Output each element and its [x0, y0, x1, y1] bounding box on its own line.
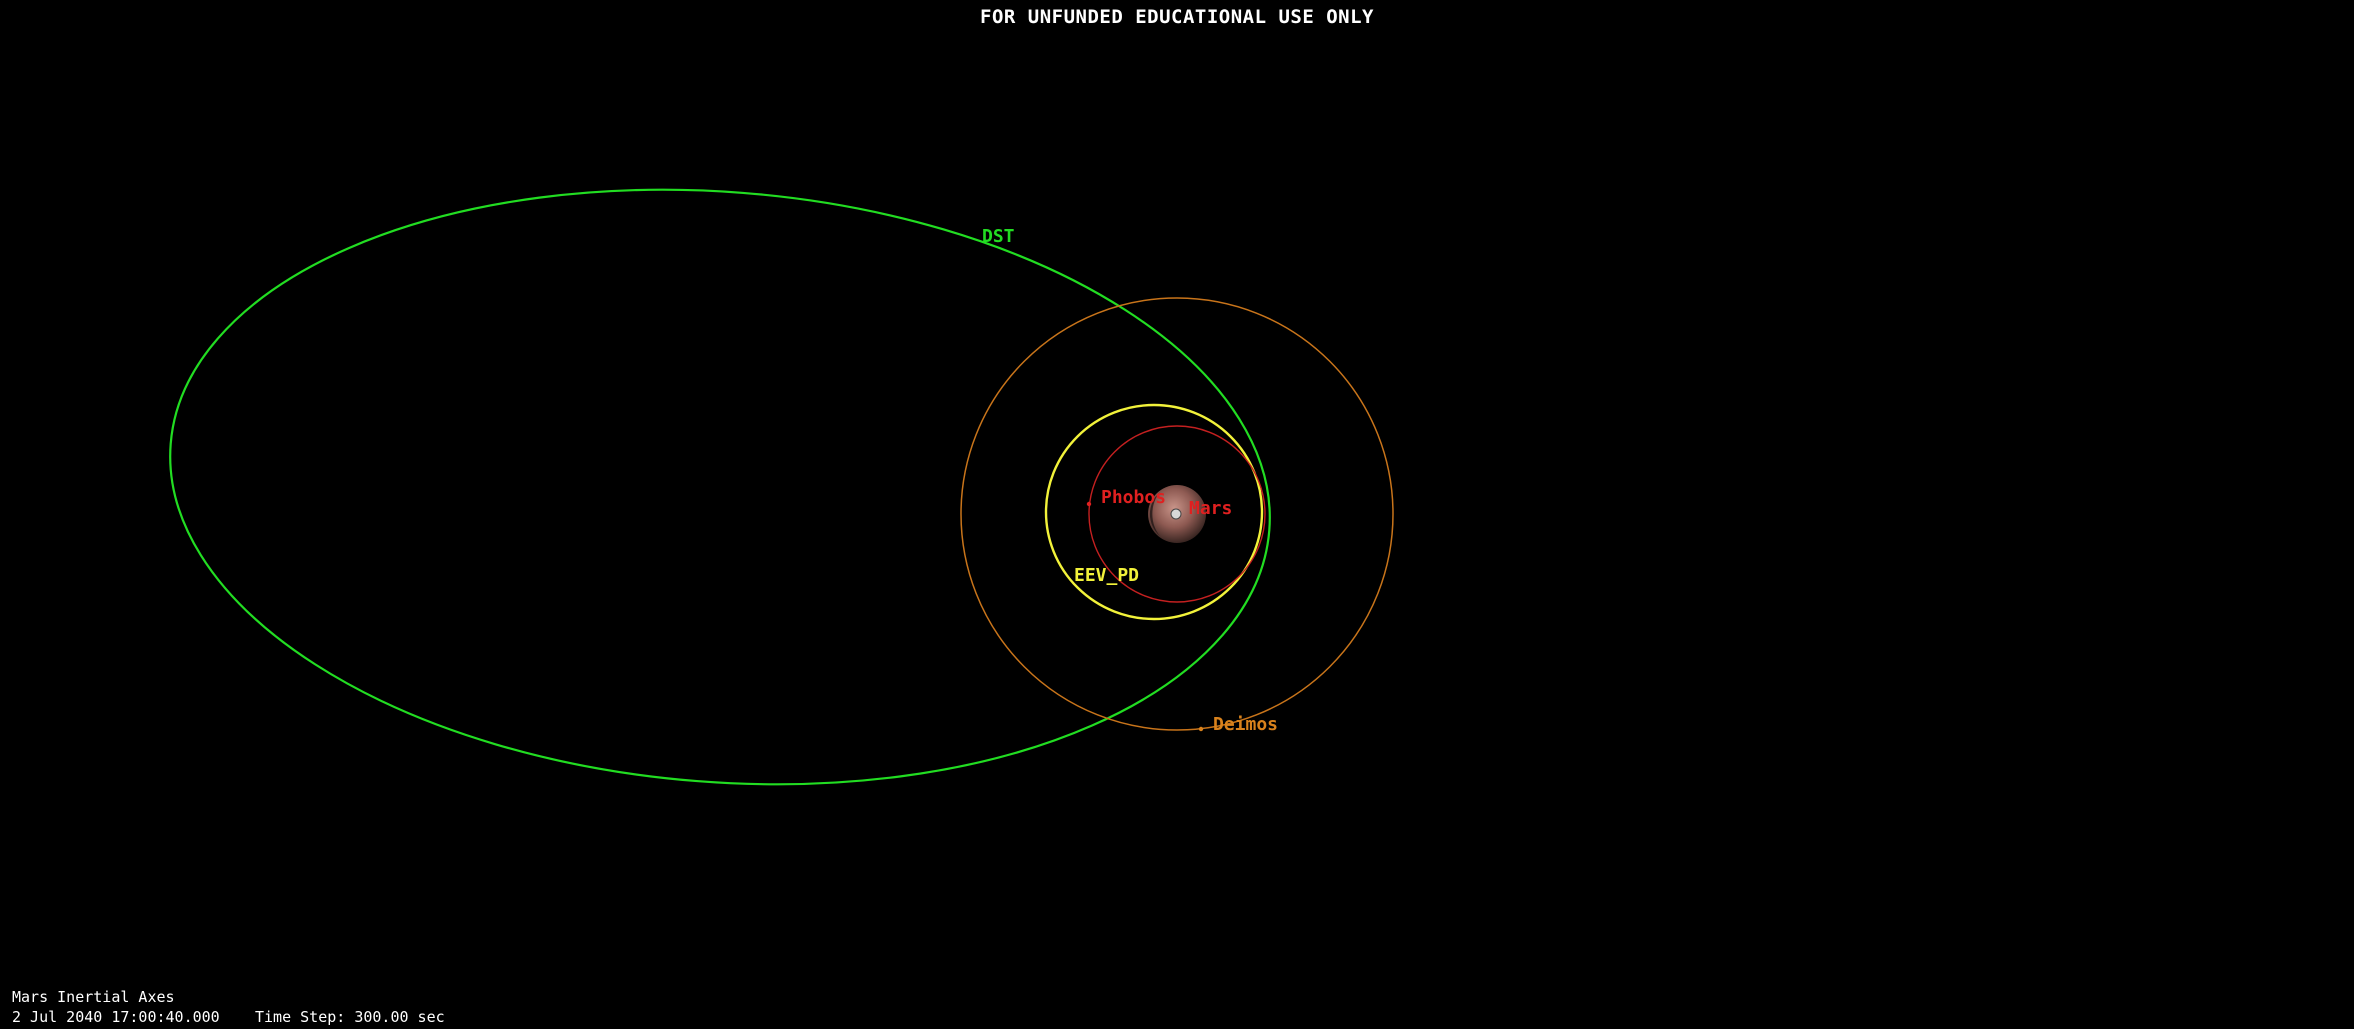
time-step-readout: Time Step: 300.00 sec	[255, 1008, 445, 1026]
dst-label[interactable]: DST	[982, 226, 1015, 247]
3d-viewport[interactable]: FOR UNFUNDED EDUCATIONAL USE ONLY DST EE…	[0, 0, 2354, 1029]
reference-frame-readout: Mars Inertial Axes	[12, 988, 175, 1006]
mars-center-marker	[1170, 508, 1182, 520]
orbit-scene[interactable]: DST EEV_PD Phobos Mars Deimos	[0, 0, 2354, 1029]
eev-pd-label[interactable]: EEV_PD	[1074, 565, 1139, 586]
datetime-readout: 2 Jul 2040 17:00:40.000	[12, 1008, 220, 1026]
deimos-marker[interactable]	[1198, 726, 1204, 732]
mars-label[interactable]: Mars	[1189, 498, 1232, 519]
deimos-label[interactable]: Deimos	[1213, 714, 1278, 735]
phobos-label[interactable]: Phobos	[1101, 487, 1166, 508]
phobos-marker[interactable]	[1086, 501, 1092, 507]
